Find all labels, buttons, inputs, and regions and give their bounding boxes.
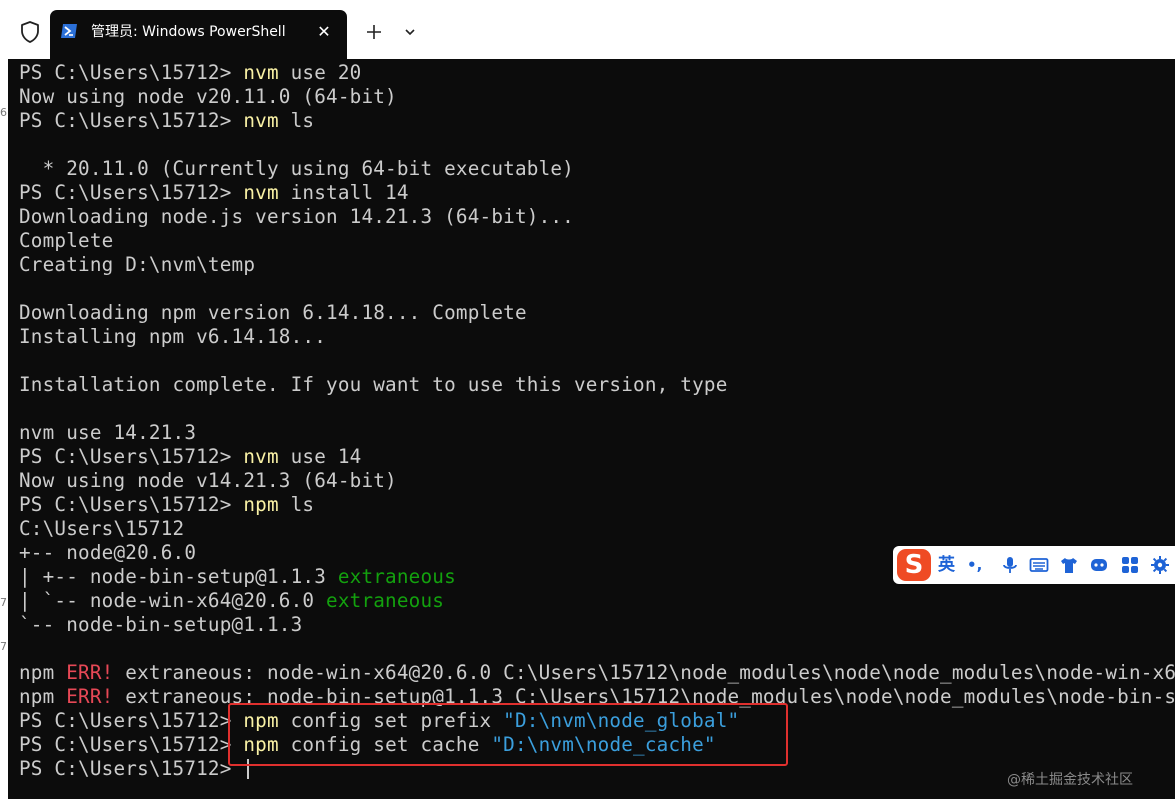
terminal-text: nvm (243, 445, 279, 468)
terminal-line: `-- node-bin-setup@1.1.3 (19, 613, 302, 637)
terminal-text: Creating D:\nvm\temp (19, 253, 256, 276)
terminal-text: PS C:\Users\15712> (19, 61, 244, 84)
toolbox-icon[interactable] (1120, 555, 1140, 575)
terminal-line: npm ERR! extraneous: node-win-x64@20.6.0… (19, 661, 1175, 685)
terminal-line: PS C:\Users\15712> (19, 757, 243, 781)
powershell-icon (60, 22, 78, 40)
terminal-text: Downloading npm version 6.14.18... Compl… (19, 301, 527, 324)
terminal-text: ls (278, 493, 315, 516)
skin-icon[interactable] (1059, 555, 1079, 575)
terminal-text: PS C:\Users\15712> (19, 757, 244, 780)
terminal-line: Creating D:\nvm\temp (19, 253, 255, 277)
terminal-text: Downloading node.js version 14.21.3 (64-… (19, 205, 574, 228)
ime-punctuation-toggle[interactable]: •, (967, 553, 982, 577)
terminal-text: install 14 (278, 181, 409, 204)
terminal-line: * 20.11.0 (Currently using 64-bit execut… (19, 157, 574, 181)
settings-icon[interactable] (1150, 555, 1170, 575)
terminal-line: +-- node@20.6.0 (19, 541, 196, 565)
tab-title: 管理员: Windows PowerShell (91, 24, 286, 40)
terminal-line: PS C:\Users\15712> nvm use 20 (19, 61, 361, 85)
terminal-text: nvm (243, 181, 279, 204)
terminal-text: ERR! (66, 661, 114, 684)
terminal-line: PS C:\Users\15712> npm ls (19, 493, 314, 517)
terminal-text: * 20.11.0 (Currently using 64-bit execut… (19, 157, 574, 180)
terminal-line: Downloading node.js version 14.21.3 (64-… (19, 205, 574, 229)
terminal-text: C:\Users\15712 (19, 517, 185, 540)
terminal-line: Installing npm v6.14.18... (19, 325, 326, 349)
microphone-icon[interactable] (1000, 555, 1020, 575)
terminal-text: npm (243, 493, 279, 516)
terminal-text: PS C:\Users\15712> (19, 445, 244, 468)
terminal-text: Now using node v14.21.3 (64-bit) (19, 469, 397, 492)
terminal-line: Complete (19, 229, 113, 253)
terminal-text: Now using node v20.11.0 (64-bit) (19, 85, 397, 108)
terminal-line: | `-- node-win-x64@20.6.0 extraneous (19, 589, 444, 613)
strip-digit: 7 (0, 640, 7, 653)
terminal-text: nvm use 14.21.3 (19, 421, 197, 444)
terminal-text: PS C:\Users\15712> (19, 181, 244, 204)
terminal-line: Now using node v14.21.3 (64-bit) (19, 469, 397, 493)
terminal-text: PS C:\Users\15712> (19, 493, 244, 516)
terminal-text: extraneous (326, 589, 445, 612)
terminal-text: ERR! (66, 685, 114, 708)
terminal-line: Installation complete. If you want to us… (19, 373, 728, 397)
shield-icon (18, 20, 42, 44)
terminal-text: +-- node@20.6.0 (19, 541, 197, 564)
chevron-down-icon[interactable] (400, 22, 420, 42)
sogou-logo-icon[interactable]: S (897, 549, 931, 581)
terminal-line: PS C:\Users\15712> nvm use 14 (19, 445, 361, 469)
terminal-text: use 20 (278, 61, 362, 84)
terminal-text: PS C:\Users\15712> (19, 709, 244, 732)
terminal-text: Installation complete. If you want to us… (19, 373, 728, 396)
plus-icon[interactable] (362, 20, 386, 44)
terminal-line: PS C:\Users\15712> nvm ls (19, 109, 314, 133)
terminal-text: npm (19, 685, 67, 708)
terminal-line: Downloading npm version 6.14.18... Compl… (19, 301, 527, 325)
terminal-text: Complete (19, 229, 114, 252)
terminal-text: nvm (243, 109, 279, 132)
terminal-text: | `-- node-win-x64@20.6.0 (19, 589, 327, 612)
terminal-text: | +-- node-bin-setup@1.1.3 (19, 565, 338, 588)
keyboard-icon[interactable] (1029, 555, 1049, 575)
terminal-text: use 14 (278, 445, 362, 468)
terminal-text: PS C:\Users\15712> (19, 733, 244, 756)
terminal-text: extraneous: node-win-x64@20.6.0 C:\Users… (113, 661, 1175, 684)
terminal-text: nvm (243, 61, 279, 84)
background-window-edge: 6 7 7 (0, 59, 8, 799)
terminal-line: | +-- node-bin-setup@1.1.3 extraneous (19, 565, 456, 589)
terminal-line: Now using node v20.11.0 (64-bit) (19, 85, 397, 109)
terminal-text: ls (278, 109, 315, 132)
title-bar: 管理员: Windows PowerShell ✕ (0, 0, 1175, 59)
ime-mode-toggle[interactable]: 英 (938, 553, 955, 577)
emoji-icon[interactable] (1089, 555, 1109, 575)
terminal-line: PS C:\Users\15712> nvm install 14 (19, 181, 409, 205)
watermark: @稀土掘金技术社区 (1007, 772, 1133, 788)
terminal-text: `-- node-bin-setup@1.1.3 (19, 613, 303, 636)
terminal-text: Installing npm v6.14.18... (19, 325, 327, 348)
terminal-text: npm (19, 661, 67, 684)
terminal-text: extraneous (337, 565, 456, 588)
terminal-output[interactable]: PS C:\Users\15712> nvm use 20 Now using n… (8, 59, 1175, 799)
tab-powershell[interactable]: 管理员: Windows PowerShell ✕ (50, 10, 347, 59)
close-tab-button[interactable]: ✕ (313, 21, 335, 43)
terminal-line: C:\Users\15712 (19, 517, 184, 541)
strip-digit: 7 (0, 596, 7, 609)
highlight-box (228, 703, 788, 766)
terminal-text: PS C:\Users\15712> (19, 109, 244, 132)
strip-digit: 6 (0, 106, 7, 119)
ime-toolbar: S 英 •, (893, 546, 1175, 584)
terminal-line: nvm use 14.21.3 (19, 421, 196, 445)
